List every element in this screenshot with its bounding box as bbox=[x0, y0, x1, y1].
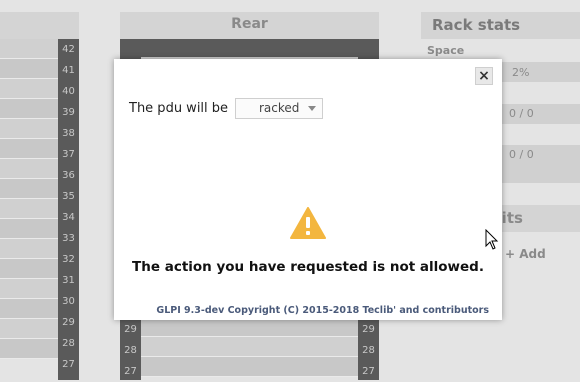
unit-number: 33 bbox=[62, 233, 75, 244]
stat-value: 0 / 0 bbox=[509, 107, 534, 120]
rack-slot[interactable] bbox=[141, 357, 358, 377]
unit-number: 29 bbox=[62, 317, 75, 328]
unit-number: 34 bbox=[62, 212, 75, 223]
unit-number: 27 bbox=[362, 366, 375, 377]
unit-number: 32 bbox=[62, 254, 75, 265]
rack-slot[interactable] bbox=[0, 239, 58, 259]
copyright-footer: GLPI 9.3-dev Copyright (C) 2015-2018 Tec… bbox=[156, 305, 489, 316]
mouse-cursor-icon bbox=[485, 229, 499, 250]
unit-number: 31 bbox=[62, 275, 75, 286]
unit-number: 42 bbox=[62, 44, 75, 55]
rack-slot[interactable] bbox=[0, 99, 58, 119]
rack-slot[interactable] bbox=[141, 337, 358, 357]
unit-number: 40 bbox=[62, 86, 75, 97]
unit-number: 29 bbox=[124, 324, 137, 335]
rear-top-bar bbox=[120, 39, 379, 57]
unit-number: 30 bbox=[62, 296, 75, 307]
stat-value: 0 / 0 bbox=[509, 148, 534, 161]
unit-number: 28 bbox=[362, 345, 375, 356]
error-message: The action you have requested is not all… bbox=[132, 259, 484, 275]
rack-slot[interactable] bbox=[0, 219, 58, 239]
rack-slot[interactable] bbox=[0, 279, 58, 299]
warning-icon bbox=[290, 207, 326, 239]
rack-slot[interactable] bbox=[0, 159, 58, 179]
rack-slot[interactable] bbox=[0, 319, 58, 339]
add-link[interactable]: + Add bbox=[505, 247, 546, 261]
front-rows bbox=[0, 39, 58, 359]
front-header bbox=[0, 12, 79, 39]
unit-number: 36 bbox=[62, 170, 75, 181]
rack-slot[interactable] bbox=[0, 59, 58, 79]
unit-number: 41 bbox=[62, 65, 75, 76]
space-value: 2% bbox=[512, 66, 530, 79]
select-value: racked bbox=[259, 101, 300, 115]
rack-slot[interactable] bbox=[0, 259, 58, 279]
pdu-prompt: The pdu will be bbox=[129, 101, 229, 116]
front-unit-numbers: 42 41 40 39 38 37 36 35 34 33 32 31 30 2… bbox=[58, 39, 79, 380]
rack-stats-title: Rack stats bbox=[421, 12, 580, 39]
rack-slot[interactable] bbox=[0, 339, 58, 359]
rack-slot[interactable] bbox=[0, 299, 58, 319]
rack-slot[interactable] bbox=[0, 199, 58, 219]
unit-number: 28 bbox=[124, 345, 137, 356]
unit-number: 29 bbox=[362, 324, 375, 335]
pdu-state-select[interactable]: racked bbox=[235, 98, 323, 119]
rear-header: Rear bbox=[120, 12, 379, 39]
close-button[interactable]: × bbox=[475, 67, 493, 85]
unit-number: 27 bbox=[124, 366, 137, 377]
unit-number: 38 bbox=[62, 128, 75, 139]
rack-slot[interactable] bbox=[141, 317, 358, 337]
front-rail: 42 41 40 39 38 37 36 35 34 33 32 31 30 2… bbox=[0, 39, 79, 380]
rack-slot[interactable] bbox=[0, 39, 58, 59]
rack-slot[interactable] bbox=[0, 179, 58, 199]
rack-slot[interactable] bbox=[0, 139, 58, 159]
unit-number: 37 bbox=[62, 149, 75, 160]
unit-number: 27 bbox=[62, 359, 75, 370]
unit-number: 35 bbox=[62, 191, 75, 202]
rack-slot[interactable] bbox=[0, 79, 58, 99]
space-label: Space bbox=[427, 44, 465, 57]
front-rack-view: 42 41 40 39 38 37 36 35 34 33 32 31 30 2… bbox=[0, 0, 79, 380]
chevron-down-icon bbox=[308, 106, 316, 111]
rack-slot[interactable] bbox=[0, 119, 58, 139]
alert-dialog: × The pdu will be racked The action you … bbox=[114, 59, 502, 320]
unit-number: 39 bbox=[62, 107, 75, 118]
unit-number: 28 bbox=[62, 338, 75, 349]
